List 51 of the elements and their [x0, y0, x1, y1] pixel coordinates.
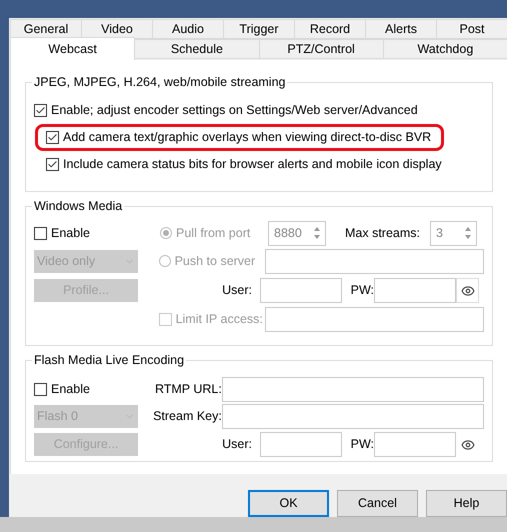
group-title: Flash Media Live Encoding: [32, 352, 186, 368]
dialog-button[interactable]: Cancel: [337, 490, 418, 517]
tab[interactable]: Audio: [152, 19, 224, 39]
checkbox-label: Include camera status bits for browser alerts and mobile icon display: [63, 156, 442, 174]
group-title: JPEG, MJPEG, H.264, web/mobile streaming: [32, 74, 288, 90]
checkbox[interactable]: [34, 104, 47, 117]
checkbox-label: Enable: [51, 224, 90, 242]
dialog-button[interactable]: Help: [426, 490, 507, 517]
checkbox[interactable]: [34, 226, 47, 240]
input-field[interactable]: [222, 404, 484, 429]
tab[interactable]: Webcast: [10, 37, 136, 60]
radio-label: Pull from port: [176, 224, 250, 242]
radio-label: Push to server: [174, 252, 256, 270]
check-icon: [35, 105, 46, 116]
spin-field[interactable]: 8880: [268, 220, 326, 246]
field-label: PW:: [350, 436, 374, 454]
check-icon: [47, 132, 58, 143]
tab[interactable]: Alerts: [365, 19, 437, 39]
eye-icon: [460, 284, 474, 298]
checkbox[interactable]: [46, 158, 59, 171]
checkbox[interactable]: [34, 383, 47, 396]
checkbox-label: Add camera text/graphic overlays when viewing direct-to-disc BVR: [63, 129, 432, 146]
tab[interactable]: Schedule: [134, 39, 260, 59]
checkbox-label: Limit IP access:: [176, 310, 263, 328]
input-field[interactable]: [222, 377, 484, 402]
spin-field[interactable]: 3: [430, 220, 477, 246]
check-icon: [47, 159, 58, 170]
tab[interactable]: Post: [436, 19, 507, 39]
field-label: Stream Key:: [152, 408, 222, 426]
field-label: User:: [221, 436, 253, 454]
input-field[interactable]: [265, 306, 484, 332]
dialog-button[interactable]: OK: [248, 490, 329, 517]
field-label: RTMP URL:: [154, 381, 222, 398]
tab[interactable]: Record: [294, 19, 366, 39]
field-label: PW:: [350, 282, 374, 300]
input-field[interactable]: [260, 278, 342, 303]
checkbox[interactable]: [46, 131, 59, 144]
checkbox-label: Enable: [51, 381, 90, 398]
input-field[interactable]: [374, 432, 456, 457]
input-field[interactable]: [260, 432, 342, 457]
checkbox-label: Enable; adjust encoder settings on Settings/Web server/Advanced: [51, 102, 418, 120]
field-label: Max streams:: [344, 224, 421, 242]
tab[interactable]: Watchdog: [382, 39, 507, 59]
tab[interactable]: Video: [81, 19, 153, 39]
tab[interactable]: Trigger: [223, 19, 295, 39]
input-field[interactable]: [374, 278, 456, 303]
tab[interactable]: PTZ/Control: [258, 39, 384, 59]
input-field[interactable]: [265, 248, 484, 274]
eye-icon: [460, 438, 474, 452]
field-label: User:: [221, 282, 253, 300]
show-password-button[interactable]: [456, 278, 479, 303]
